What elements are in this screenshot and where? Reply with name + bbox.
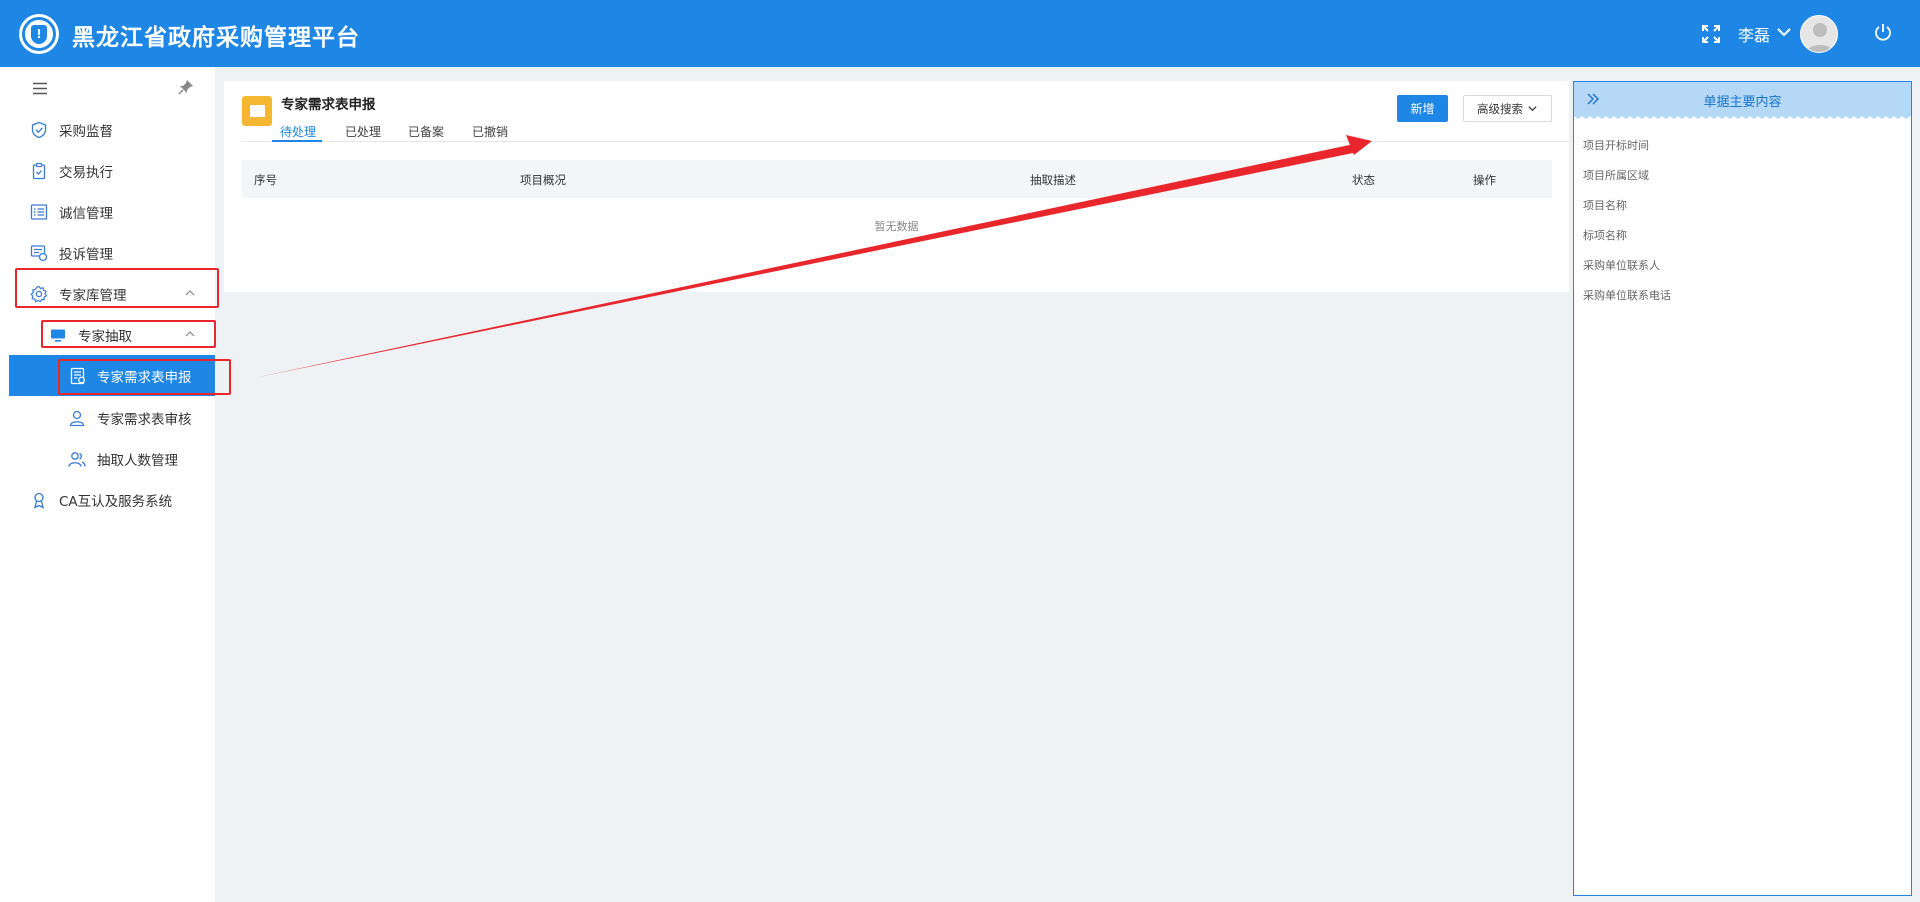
field-purchaser-contact: 采购单位联系人	[1583, 259, 1660, 272]
right-panel-header: 单据主要内容	[1574, 82, 1911, 121]
sidebar-item-procurement-supervision[interactable]: 采购监督	[0, 109, 215, 150]
field-lot-name: 标项名称	[1583, 229, 1627, 242]
tab-processed[interactable]: 已处理	[345, 123, 381, 140]
menu-icon[interactable]	[32, 82, 48, 95]
complaint-icon	[30, 244, 48, 261]
sidebar-item-label: 投诉管理	[59, 246, 113, 263]
chevron-down-icon	[1528, 106, 1537, 112]
list-check-icon	[30, 203, 48, 220]
field-purchaser-phone: 采购单位联系电话	[1583, 289, 1671, 302]
sidebar-item-ca-system[interactable]: CA互认及服务系统	[0, 479, 215, 520]
highlight-expert-library	[15, 268, 219, 308]
avatar[interactable]	[1800, 15, 1838, 53]
column-header-extraction-description: 抽取描述	[1030, 173, 1076, 187]
tab-pending[interactable]: 待处理	[280, 123, 316, 140]
tab-filed[interactable]: 已备案	[408, 123, 444, 140]
user-icon	[69, 410, 85, 426]
highlight-expert-extraction	[41, 320, 216, 348]
power-icon[interactable]	[1873, 22, 1893, 42]
clipboard-icon	[32, 162, 46, 179]
column-header-index: 序号	[254, 173, 277, 187]
top-header: ! 黑龙江省政府采购管理平台	[0, 0, 1920, 67]
field-project-region: 项目所属区域	[1583, 169, 1649, 182]
sidebar-item-expert-demand-review[interactable]: 专家需求表审核	[0, 397, 215, 438]
fullscreen-icon[interactable]	[1702, 25, 1720, 43]
certificate-icon	[34, 492, 44, 509]
column-header-status: 状态	[1352, 173, 1375, 187]
user-name[interactable]: 李磊	[1738, 22, 1770, 46]
sidebar-item-transaction-execution[interactable]: 交易执行	[0, 150, 215, 191]
tab-revoked[interactable]: 已撤销	[472, 123, 508, 140]
advanced-search-label: 高级搜索	[1477, 101, 1523, 116]
pin-icon[interactable]	[178, 79, 194, 95]
empty-state-text: 暂无数据	[874, 220, 919, 233]
column-header-actions: 操作	[1473, 173, 1496, 187]
table-header: 序号 项目概况 抽取描述 状态 操作	[242, 160, 1552, 198]
add-button[interactable]: 新增	[1397, 95, 1448, 122]
sidebar-item-complaint-management[interactable]: 投诉管理	[0, 232, 215, 273]
users-icon	[68, 451, 86, 467]
sidebar-item-extraction-count[interactable]: 抽取人数管理	[0, 438, 215, 479]
page-type-icon	[242, 96, 272, 126]
shield-check-icon	[31, 121, 47, 138]
zigzag-divider	[1574, 116, 1911, 121]
sidebar-item-label: CA互认及服务系统	[59, 493, 173, 510]
app-title: 黑龙江省政府采购管理平台	[72, 25, 360, 51]
sidebar-item-label: 诚信管理	[59, 205, 113, 222]
sidebar-item-label: 抽取人数管理	[97, 452, 178, 469]
tab-divider	[242, 141, 1569, 142]
sidebar-item-label: 采购监督	[59, 123, 113, 140]
right-detail-panel: 单据主要内容 项目开标时间 项目所属区域 项目名称 标项名称 采购单位联系人 采…	[1573, 81, 1912, 896]
logo: !	[19, 14, 59, 54]
main-panel: 专家需求表申报 待处理 已处理 已备案 已撤销 新增 高级搜索 序号 项目概况 …	[224, 81, 1569, 292]
sidebar-item-label: 交易执行	[59, 164, 113, 181]
right-panel-title: 单据主要内容	[1703, 95, 1782, 110]
tab-active-indicator	[272, 140, 322, 142]
highlight-expert-demand-declaration	[58, 359, 231, 395]
advanced-search-button[interactable]: 高级搜索	[1463, 95, 1552, 122]
chevron-down-icon[interactable]	[1776, 24, 1792, 40]
field-bid-opening-time: 项目开标时间	[1583, 139, 1649, 152]
sidebar-item-label: 专家需求表审核	[97, 411, 192, 428]
sidebar-item-credit-management[interactable]: 诚信管理	[0, 191, 215, 232]
field-project-name: 项目名称	[1583, 199, 1627, 212]
page-title: 专家需求表申报	[281, 97, 376, 113]
sidebar: 采购监督 交易执行 诚信管理 投诉管理 专家库管理 专家抽取 专家需求表申报 专…	[0, 67, 215, 902]
column-header-project-overview: 项目概况	[520, 173, 566, 187]
